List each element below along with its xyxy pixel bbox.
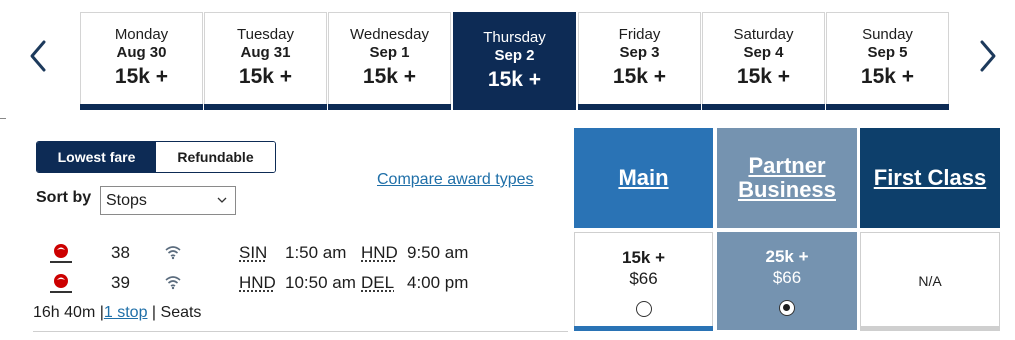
cabin-header-first-class[interactable]: First Class	[860, 128, 1000, 228]
compare-award-types-link[interactable]: Compare award types	[377, 171, 534, 189]
chevron-left-icon	[30, 40, 46, 72]
divider	[0, 118, 6, 119]
cabin-main-label: Main	[618, 165, 669, 190]
day-date: Sep 5	[867, 44, 908, 61]
day-name: Friday	[618, 26, 661, 43]
date-tab-friday[interactable]: Friday Sep 3 15k +	[578, 12, 701, 110]
fare-unavailable: N/A	[918, 273, 942, 289]
flight-segment: 39 HND 10:50 am DEL 4:00 pm	[0, 270, 560, 296]
fare-points: 25k +	[765, 247, 809, 266]
day-name: Thursday	[483, 29, 546, 46]
fare-radio-main[interactable]	[635, 301, 652, 317]
day-price: 15k +	[114, 65, 169, 88]
chevron-right-icon	[980, 40, 996, 72]
fare-cell-first-class: N/A	[860, 232, 1000, 331]
day-name: Sunday	[862, 26, 913, 43]
date-tab-sunday[interactable]: Sunday Sep 5 15k +	[826, 12, 949, 110]
flight-duration: 16h 40m	[33, 304, 96, 321]
cabin-first-label: First Class	[873, 165, 987, 190]
wifi-icon	[165, 276, 181, 290]
japan-airlines-logo-icon	[50, 244, 72, 263]
departure-time: 10:50 am	[285, 273, 356, 292]
arrival-time: 4:00 pm	[407, 273, 469, 292]
day-name: Tuesday	[237, 26, 294, 43]
chevron-down-icon	[217, 197, 227, 203]
day-date: Aug 30	[116, 44, 167, 61]
fare-cell-main[interactable]: 15k + $66	[574, 232, 713, 331]
japan-airlines-logo-icon	[50, 274, 72, 293]
divider	[33, 331, 568, 332]
day-date: Sep 1	[369, 44, 410, 61]
date-tab-wednesday[interactable]: Wednesday Sep 1 15k +	[328, 12, 451, 110]
departure-time: 1:50 am	[285, 243, 347, 262]
previous-dates-button[interactable]	[22, 32, 58, 80]
arrival-time: 9:50 am	[407, 243, 469, 262]
cabin-partner-line2: Business	[738, 177, 836, 202]
date-tab-tuesday[interactable]: Tuesday Aug 31 15k +	[204, 12, 327, 110]
origin-airport[interactable]: SIN	[239, 243, 267, 263]
date-tab-thursday[interactable]: Thursday Sep 2 15k +	[453, 12, 576, 110]
separator: |	[147, 304, 161, 321]
day-price: 15k +	[238, 65, 293, 88]
cabin-header-main[interactable]: Main	[574, 128, 713, 228]
day-price: 15k +	[736, 65, 791, 88]
fare-cash: $66	[772, 268, 802, 287]
cabin-partner-line1: Partner	[748, 153, 826, 178]
seats-link[interactable]: Seats	[161, 304, 202, 321]
lowest-fare-option[interactable]: Lowest fare	[37, 142, 156, 172]
day-price: 15k +	[612, 65, 667, 88]
stops-link[interactable]: 1 stop	[104, 304, 148, 321]
flight-summary: 16h 40m |1 stop | Seats	[33, 304, 201, 322]
day-date: Sep 4	[743, 44, 784, 61]
day-name: Monday	[114, 26, 169, 43]
day-date: Aug 31	[240, 44, 291, 61]
wifi-icon	[165, 246, 181, 260]
flight-segment: 38 SIN 1:50 am HND 9:50 am	[0, 240, 560, 266]
day-price: 15k +	[860, 65, 915, 88]
cabin-partner-label: Partner Business	[738, 154, 836, 202]
flight-number: 38	[111, 243, 130, 262]
sort-value: Stops	[106, 191, 147, 209]
refundable-option[interactable]: Refundable	[156, 142, 275, 172]
cabin-header-partner-business[interactable]: Partner Business	[717, 128, 857, 228]
day-name: Saturday	[733, 26, 794, 43]
destination-airport[interactable]: DEL	[361, 273, 394, 293]
day-date: Sep 3	[619, 44, 660, 61]
fare-type-toggle: Lowest fare Refundable	[36, 141, 276, 173]
day-price: 15k +	[362, 65, 417, 88]
day-name: Wednesday	[350, 26, 429, 43]
fare-points: 15k +	[621, 248, 665, 267]
next-dates-button[interactable]	[970, 32, 1006, 80]
day-price: 15k +	[487, 68, 542, 91]
origin-airport[interactable]: HND	[239, 273, 276, 293]
sort-select[interactable]: Stops	[100, 186, 236, 215]
destination-airport[interactable]: HND	[361, 243, 398, 263]
day-date: Sep 2	[494, 47, 535, 64]
sort-label: Sort by	[36, 189, 92, 206]
flight-number: 39	[111, 273, 130, 292]
fare-radio-partner-business[interactable]	[779, 300, 795, 316]
fare-cell-partner-business[interactable]: 25k + $66	[717, 232, 857, 330]
date-tab-monday[interactable]: Monday Aug 30 15k +	[80, 12, 203, 110]
date-tab-saturday[interactable]: Saturday Sep 4 15k +	[702, 12, 825, 110]
fare-cash: $66	[629, 269, 658, 288]
